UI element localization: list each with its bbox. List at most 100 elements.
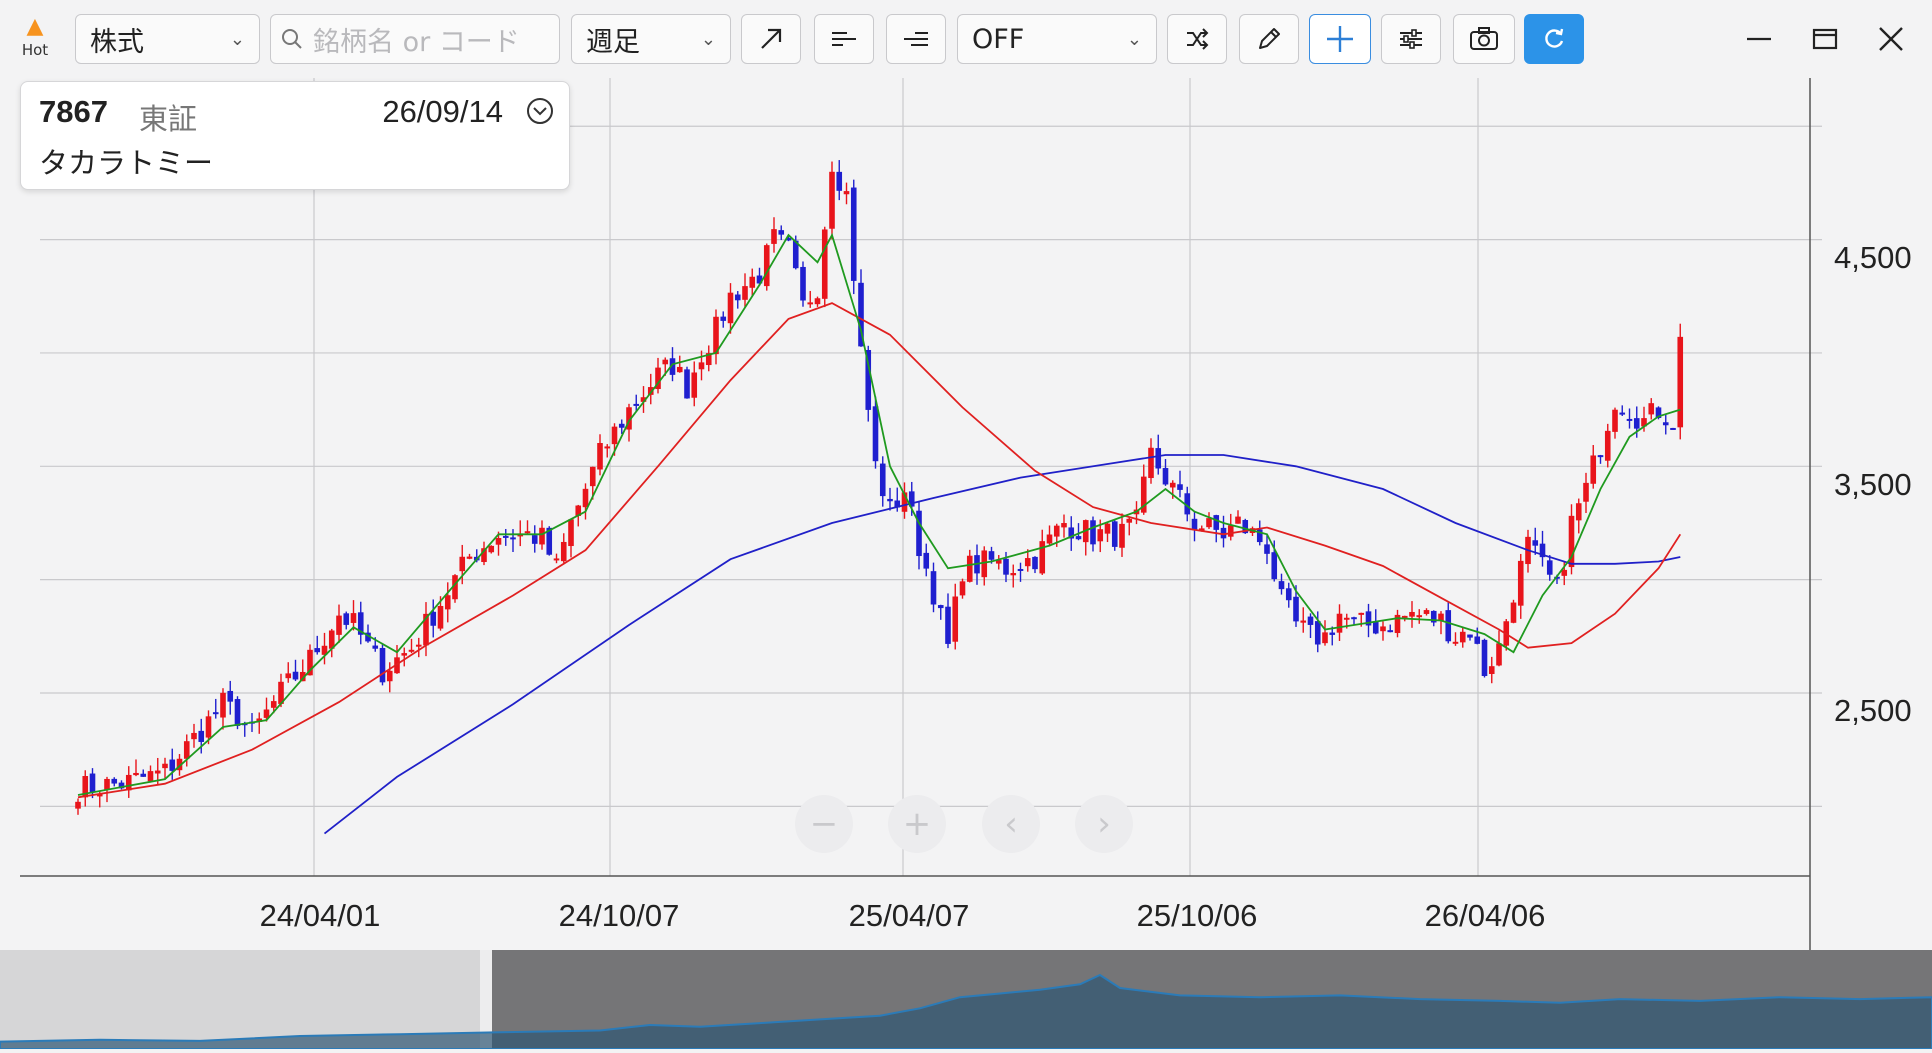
candle-body: [1546, 560, 1553, 575]
candle-body: [220, 692, 226, 718]
candle-body: [1329, 632, 1336, 635]
candle-body: [1293, 596, 1299, 622]
candle-body: [133, 772, 139, 776]
candle-body: [872, 406, 879, 462]
scroll-right-button[interactable]: ›: [1075, 795, 1133, 853]
candle-body: [343, 613, 350, 625]
candle-body: [372, 645, 379, 649]
candle-body: [502, 535, 509, 538]
candle-body: [1423, 610, 1430, 614]
candle-body: [1148, 447, 1154, 479]
range-navigator[interactable]: [0, 950, 1932, 1050]
candle-body: [154, 770, 161, 774]
candle-body: [1111, 521, 1118, 547]
candles: [75, 160, 1684, 815]
candle-body: [386, 670, 393, 682]
candle-body: [676, 366, 683, 373]
candle-body: [807, 302, 814, 305]
candle-body: [111, 778, 118, 784]
candle-body: [270, 701, 277, 708]
stock-info-card[interactable]: 7867 東証 26/09/14 タカラトミー: [20, 81, 570, 190]
ma-long-line: [323, 454, 1681, 835]
zoom-in-button[interactable]: +: [888, 795, 946, 853]
candle-body: [1575, 503, 1582, 521]
candle-body: [292, 671, 299, 680]
candle-body: [285, 673, 292, 679]
stock-name: タカラトミー: [39, 146, 214, 180]
candle-body: [212, 712, 219, 715]
candle-body: [1372, 621, 1379, 634]
candle-body: [140, 773, 147, 777]
candle-body: [1517, 560, 1524, 606]
candle-body: [850, 187, 857, 281]
candle-body: [1322, 632, 1328, 644]
candle-body: [1010, 573, 1017, 576]
candle-body: [814, 298, 821, 305]
candle-body: [1278, 581, 1285, 590]
candle-body: [1445, 610, 1452, 642]
candle-body: [1670, 427, 1676, 430]
candle-body: [684, 369, 690, 399]
candle-body: [597, 443, 603, 470]
candle-body: [1053, 525, 1060, 537]
scroll-left-button[interactable]: ‹: [982, 795, 1040, 853]
zoom-out-button[interactable]: −: [795, 795, 853, 853]
candle-body: [234, 699, 241, 726]
candle-body: [1677, 336, 1684, 428]
candle-body: [1155, 448, 1162, 469]
candle-body: [560, 541, 567, 562]
candle-body: [459, 556, 466, 572]
candle-body: [1387, 630, 1394, 633]
candle-body: [1662, 422, 1669, 426]
candle-body: [89, 773, 96, 793]
candle-body: [1126, 518, 1133, 523]
candle-body: [430, 611, 437, 626]
candle-body: [749, 276, 756, 288]
candle-body: [1467, 634, 1473, 638]
candle-body: [604, 446, 611, 449]
candle-body: [169, 759, 176, 771]
candle-body: [887, 498, 893, 502]
candle-body: [488, 545, 495, 553]
candle-body: [945, 606, 951, 644]
candle-body: [589, 466, 596, 487]
candle-body: [401, 653, 408, 656]
candle-body: [763, 245, 770, 287]
y-tick-label: 3,500: [1834, 467, 1912, 502]
candle-body: [1169, 482, 1176, 488]
candle-body: [778, 230, 785, 235]
candle-body: [1452, 641, 1459, 644]
candle-body: [1097, 529, 1104, 542]
candle-body: [1481, 639, 1488, 677]
candle-body: [1017, 568, 1024, 571]
candle-body: [1264, 544, 1270, 554]
candle-body: [1090, 520, 1096, 545]
candle-body: [183, 741, 190, 759]
date-label: 26/09/14: [382, 94, 503, 129]
stock-code: 7867: [39, 94, 108, 129]
chevron-down-circle-icon[interactable]: [525, 96, 555, 130]
candle-body: [720, 316, 727, 321]
candle-body: [611, 426, 618, 445]
candle-body: [1206, 518, 1212, 528]
candle-body: [937, 605, 944, 609]
candle-body: [1162, 468, 1169, 485]
candle-body: [162, 763, 168, 769]
candle-body: [1510, 602, 1517, 623]
candle-body: [75, 801, 81, 809]
candle-body: [1271, 552, 1278, 580]
candle-body: [1039, 541, 1046, 574]
candle-body: [568, 519, 574, 547]
candle-body: [582, 488, 589, 508]
candle-body: [104, 778, 110, 790]
candle-body: [618, 423, 625, 428]
candle-body: [314, 648, 321, 653]
x-tick-label: 24/10/07: [558, 898, 680, 933]
candle-body: [952, 596, 959, 642]
candle-body: [1003, 558, 1009, 575]
candle-body: [1648, 403, 1655, 415]
candle-body: [742, 286, 748, 300]
candle-body: [1532, 540, 1539, 546]
candle-body: [379, 647, 386, 683]
candle-body: [510, 537, 516, 540]
